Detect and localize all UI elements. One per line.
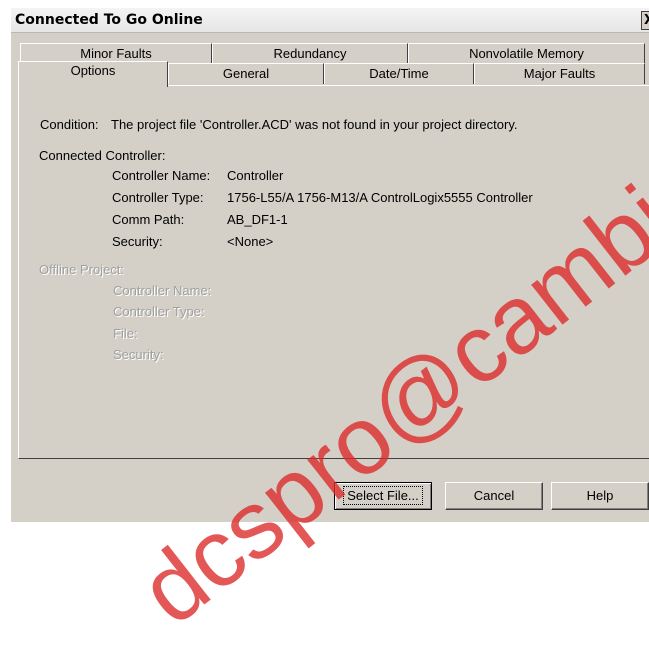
tab-nonvolatile-memory[interactable]: Nonvolatile Memory — [408, 43, 645, 64]
tab-date-time[interactable]: Date/Time — [324, 63, 474, 84]
select-file-button[interactable]: Select File... — [334, 482, 432, 510]
options-panel — [18, 85, 649, 459]
help-button[interactable]: Help — [551, 482, 649, 510]
window-title: Connected To Go Online — [15, 12, 203, 28]
select-file-label: Select File... — [343, 486, 423, 505]
tab-redundancy[interactable]: Redundancy — [212, 43, 408, 64]
tab-major-faults[interactable]: Major Faults — [474, 63, 645, 84]
close-button[interactable]: X — [641, 11, 649, 30]
cancel-button[interactable]: Cancel — [445, 482, 543, 510]
tab-options[interactable]: Options — [18, 61, 168, 87]
title-bar: Connected To Go Online X — [11, 8, 649, 33]
tab-general[interactable]: General — [168, 63, 324, 84]
